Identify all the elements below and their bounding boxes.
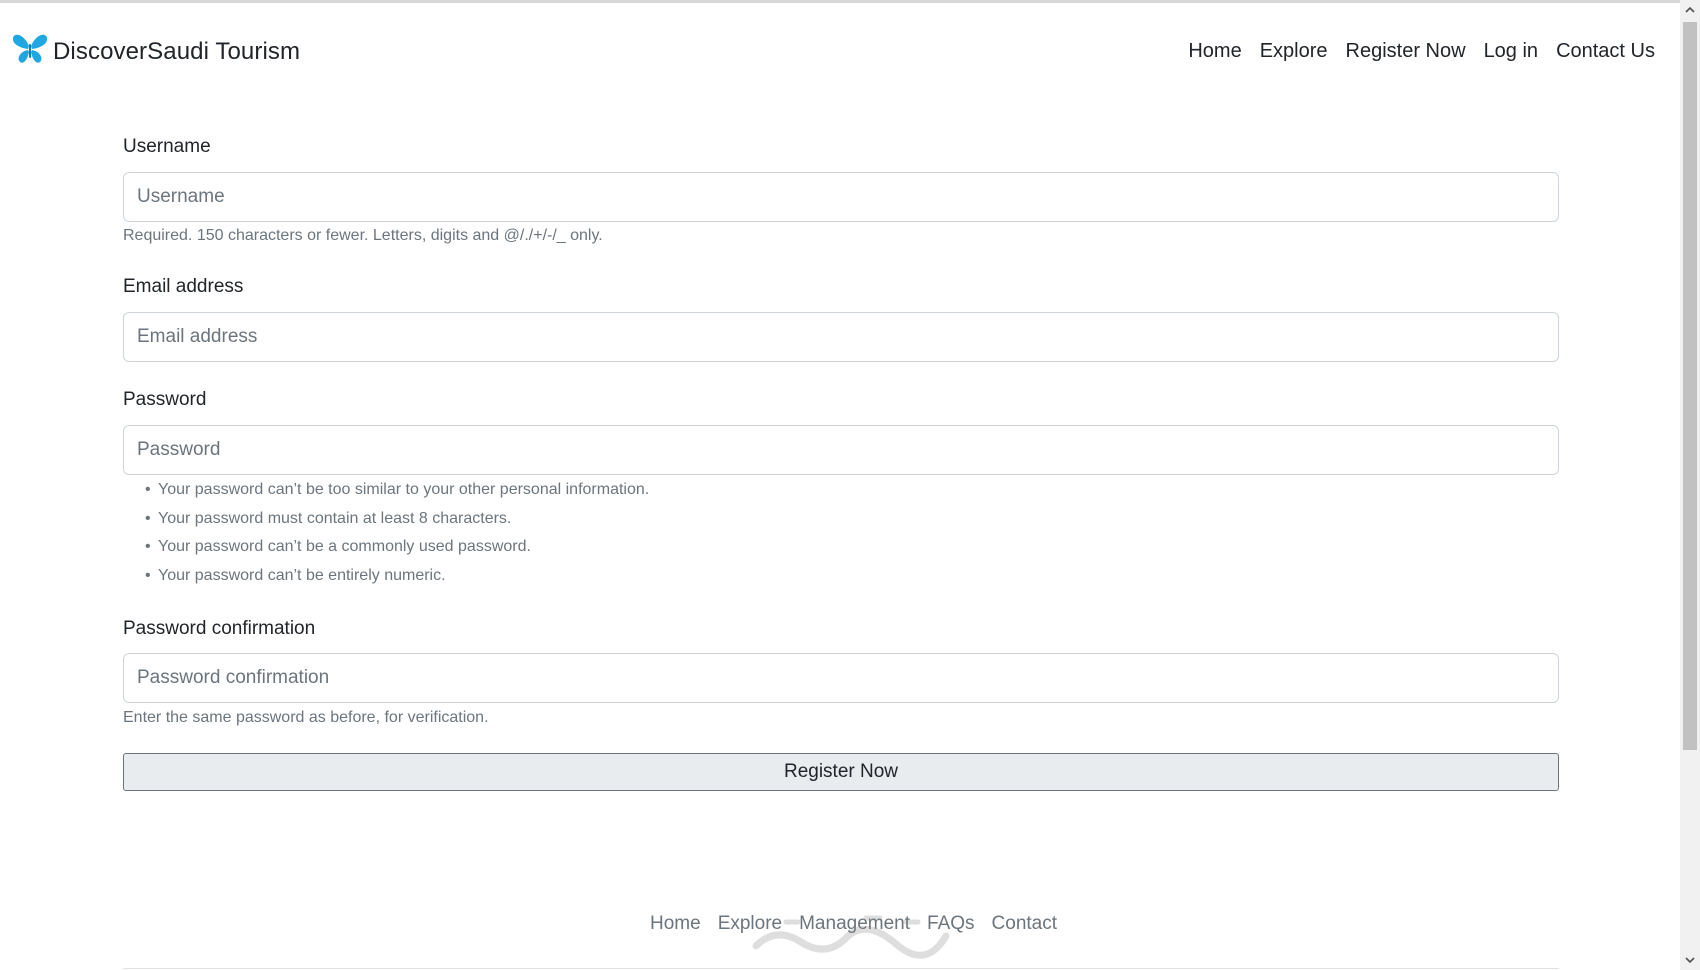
password-hint: Your password can’t be entirely numeric. — [145, 564, 649, 593]
top-border — [0, 0, 1680, 3]
password-input[interactable] — [123, 425, 1559, 475]
email-label: Email address — [123, 276, 244, 297]
username-help: Required. 150 characters or fewer. Lette… — [123, 227, 603, 244]
username-input[interactable] — [123, 172, 1559, 222]
footer-link-contact[interactable]: Contact — [992, 913, 1057, 935]
navbar: DiscoverSaudi Tourism Home Explore Regis… — [0, 28, 1680, 78]
footer-link-home[interactable]: Home — [650, 913, 701, 935]
brand-link[interactable]: DiscoverSaudi Tourism — [12, 32, 300, 71]
username-label: Username — [123, 136, 211, 157]
register-button[interactable]: Register Now — [123, 753, 1559, 791]
scrollbar-thumb[interactable] — [1683, 22, 1697, 750]
password-confirmation-label: Password confirmation — [123, 618, 316, 639]
scrollbar[interactable] — [1680, 0, 1700, 970]
butterfly-icon — [12, 32, 48, 71]
email-input[interactable] — [123, 312, 1559, 362]
nav-link-home[interactable]: Home — [1188, 40, 1241, 63]
password-hint: Your password must contain at least 8 ch… — [145, 507, 649, 536]
password-hints: Your password can’t be too similar to yo… — [145, 478, 649, 592]
watermark-logo — [746, 908, 956, 960]
nav-link-login[interactable]: Log in — [1484, 40, 1539, 63]
password-confirmation-input[interactable] — [123, 653, 1559, 703]
password-label: Password — [123, 389, 207, 410]
nav-link-contact[interactable]: Contact Us — [1556, 40, 1655, 63]
password-hint: Your password can’t be too similar to yo… — [145, 478, 649, 507]
footer-divider — [123, 968, 1559, 969]
nav-links: Home Explore Register Now Log in Contact… — [1188, 40, 1655, 63]
scroll-down-icon[interactable] — [1683, 953, 1697, 967]
brand-name: DiscoverSaudi Tourism — [53, 37, 301, 65]
nav-link-explore[interactable]: Explore — [1260, 40, 1328, 63]
password-hint: Your password can’t be a commonly used p… — [145, 535, 649, 564]
password-confirmation-help: Enter the same password as before, for v… — [123, 709, 489, 726]
scroll-up-icon[interactable] — [1683, 3, 1697, 17]
nav-link-register[interactable]: Register Now — [1346, 40, 1466, 63]
